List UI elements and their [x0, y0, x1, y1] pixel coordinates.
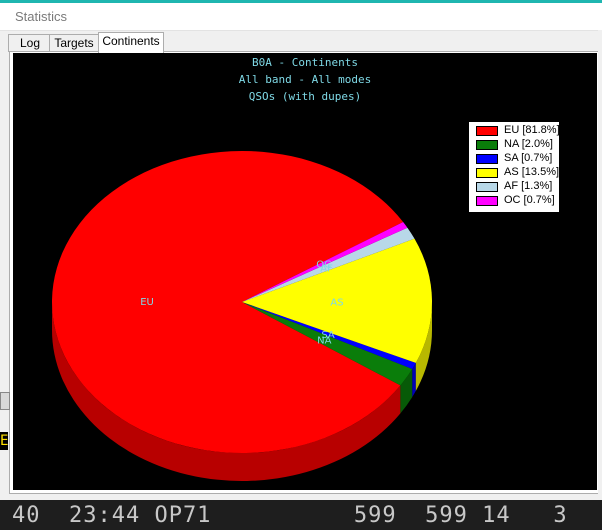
chart-legend: EU [81.8%] NA [2.0%] SA [0.7%] AS [13.5%] AF…	[468, 121, 560, 213]
legend-label: EU [81.8%]	[504, 124, 560, 136]
tab-targets[interactable]: Targets	[49, 34, 99, 52]
title-bar[interactable]: Statistics	[0, 3, 602, 31]
legend-swatch	[476, 168, 498, 178]
tab-continents[interactable]: Continents	[98, 32, 164, 53]
legend-label: OC [0.7%]	[504, 194, 555, 206]
tab-log[interactable]: Log	[8, 34, 52, 52]
legend-label: AF [1.3%]	[504, 180, 553, 192]
background-text-fragment: E	[0, 432, 8, 450]
background-log-row: 40 23:44 OP71 599 599 14 3	[12, 503, 568, 528]
legend-label: AS [13.5%]	[504, 166, 560, 178]
legend-swatch	[476, 196, 498, 206]
legend-swatch	[476, 182, 498, 192]
pie-chart-svg: EUNASAASAFOC	[52, 151, 433, 482]
pie-label-eu: EU	[140, 297, 154, 308]
pie-chart-area: B0A - Continents All band - All modes QS…	[13, 53, 597, 490]
legend-label: NA [2.0%]	[504, 138, 553, 150]
pie-label-as: AS	[330, 297, 343, 308]
background-window-fragment	[0, 392, 10, 410]
legend-swatch	[476, 154, 498, 164]
window-right-edge	[598, 30, 602, 500]
legend-label: SA [0.7%]	[504, 152, 553, 164]
legend-swatch	[476, 140, 498, 150]
legend-swatch	[476, 126, 498, 136]
window-title: Statistics	[15, 9, 68, 24]
pie-label-oc: OC	[316, 259, 331, 270]
pie-label-sa: SA	[321, 330, 335, 341]
